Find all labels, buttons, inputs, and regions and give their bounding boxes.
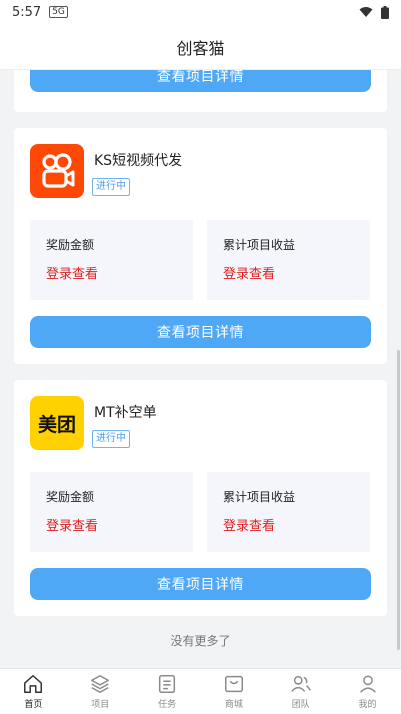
tab-label: 任务 [158,700,177,710]
home-icon [24,675,43,693]
tab-label: 项目 [91,700,110,710]
tab-team[interactable]: 团队 [267,669,334,714]
reward-amount-box: 奖励金额 登录查看 [30,472,193,552]
tab-label: 商城 [224,700,243,710]
battery-icon [381,5,389,19]
view-details-button[interactable]: 查看项目详情 [30,70,371,92]
total-income-box: 累计项目收益 登录查看 [207,220,370,300]
view-details-button[interactable]: 查看项目详情 [30,316,371,348]
reward-value[interactable]: 登录查看 [46,263,193,282]
project-card: 美团 MT补空单 进行中 奖励金额 登录查看 累计项目收益 登录查看 查看项目详… [14,380,387,616]
reward-amount-box: 奖励金额 登录查看 [30,220,193,300]
income-value[interactable]: 登录查看 [223,515,370,534]
tab-mall[interactable]: 商城 [200,669,267,714]
app-header: 创客猫 [0,24,401,70]
profile-icon [359,675,376,693]
income-label: 累计项目收益 [223,490,296,504]
tab-projects[interactable]: 项目 [67,669,134,714]
reward-value[interactable]: 登录查看 [46,515,193,534]
status-badge: 进行中 [92,178,130,196]
reward-label: 奖励金额 [46,238,95,252]
tab-home[interactable]: 首页 [0,669,67,714]
project-name: MT补空单 [94,405,157,421]
wifi-icon [359,7,373,17]
total-income-box: 累计项目收益 登录查看 [207,472,370,552]
project-list[interactable]: 查看项目详情 KS短视频代发 进行中 奖励金额 登录查看 累计项目收益 登录查看… [0,70,401,668]
sim-icon: 5G [49,6,68,18]
task-list-icon [158,675,176,693]
status-badge: 进行中 [92,430,130,448]
reward-label: 奖励金额 [46,490,95,504]
income-value[interactable]: 登录查看 [223,263,370,282]
project-name: KS短视频代发 [94,153,183,169]
scrollbar[interactable] [397,350,400,650]
view-details-button[interactable]: 查看项目详情 [30,568,371,600]
status-time: 5:57 [12,4,42,20]
tab-label: 首页 [24,700,43,710]
status-bar: 5:57 5G [0,0,401,24]
income-label: 累计项目收益 [223,238,296,252]
kuaishou-logo[interactable] [30,144,84,198]
team-icon [291,675,311,692]
tab-label: 团队 [291,700,310,710]
bottom-tab-bar: 首页 项目 任务 商城 团队 我的 [0,668,401,714]
no-more-text: 没有更多了 [170,634,231,648]
meituan-logo-text: 美团 [37,413,76,436]
tab-tasks[interactable]: 任务 [134,669,201,714]
tab-label: 我的 [358,700,377,710]
mall-icon [224,675,243,693]
project-card: KS短视频代发 进行中 奖励金额 登录查看 累计项目收益 登录查看 查看项目详情 [14,128,387,364]
meituan-logo[interactable]: 美团 [30,396,84,450]
layers-icon [91,675,110,693]
project-card: 查看项目详情 [14,70,387,112]
page-title: 创客猫 [176,38,225,58]
kuaishou-logo-icon [42,153,75,188]
tab-profile[interactable]: 我的 [334,669,401,714]
